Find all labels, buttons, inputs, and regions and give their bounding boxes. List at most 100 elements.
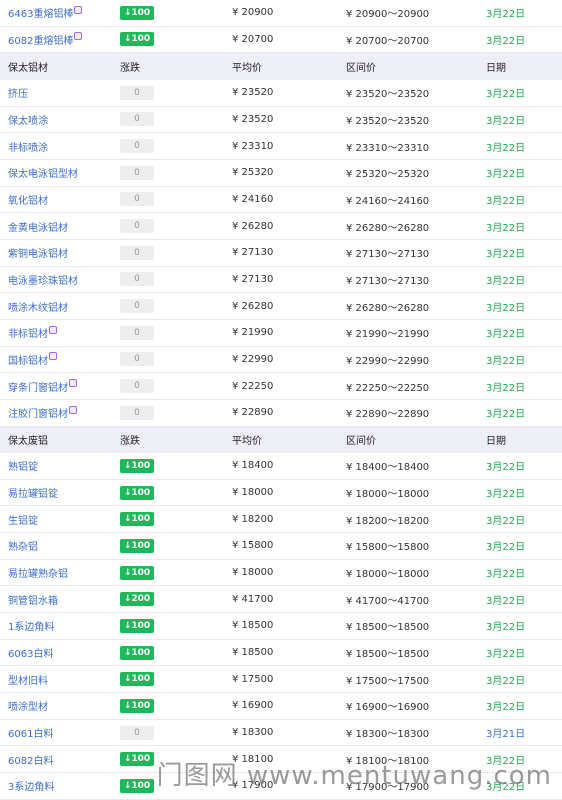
price-table: 6463重熔铝棒 ↓100 ¥ 20900 ¥ 20900～20900 3月22日 608…: [0, 0, 562, 800]
price-range: ¥ 24160～24160: [346, 195, 430, 207]
price-range: ¥ 16900～16900: [346, 702, 430, 714]
average-price: ¥ 18300: [232, 727, 274, 739]
product-name-link[interactable]: 1系边角料: [8, 618, 54, 633]
table-row: 穿条门窗铝材 0 ¥ 22250 ¥ 22250～22250 3月22日: [0, 373, 562, 400]
change-badge: ↓100: [120, 752, 154, 767]
product-name-link[interactable]: 易拉罐铝锭: [8, 485, 58, 500]
price-date: 3月22日: [486, 569, 526, 581]
product-name-link[interactable]: 电泳墨珍珠铝材: [8, 272, 78, 287]
change-badge: 0: [120, 112, 154, 127]
table-row: 型材旧料 ↓100 ¥ 17500 ¥ 17500～17500 3月22日: [0, 666, 562, 694]
average-price: ¥ 17500: [232, 673, 274, 685]
tag-icon: [49, 325, 57, 334]
col-header-date: 日期: [486, 436, 506, 448]
product-name-link[interactable]: 喷涂型材: [8, 698, 48, 713]
product-name-link[interactable]: 3系边角料: [8, 778, 54, 793]
price-range: ¥ 22250～22250: [346, 382, 430, 394]
average-price: ¥ 18000: [232, 567, 274, 579]
table-row: 金黄电泳铝材 0 ¥ 26280 ¥ 26280～26280 3月22日: [0, 213, 562, 240]
product-name-link[interactable]: 6082重熔铝棒: [8, 32, 73, 47]
product-name-link[interactable]: 铜管铝水箱: [8, 592, 58, 607]
average-price: ¥ 22990: [232, 353, 274, 365]
product-name-link[interactable]: 6082白料: [8, 752, 53, 767]
product-name-link[interactable]: 挤压: [8, 85, 28, 100]
price-date: 3月22日: [486, 409, 526, 421]
tag-icon: [69, 405, 77, 414]
average-price: ¥ 23310: [232, 140, 274, 152]
table-row: 铜管铝水箱 ↓200 ¥ 41700 ¥ 41700～41700 3月22日: [0, 586, 562, 614]
average-price: ¥ 18200: [232, 513, 274, 525]
section-header: 保太废铝 涨跌 平均价 区间价 日期: [0, 426, 562, 454]
table-row: 6061白料 0 ¥ 18300 ¥ 18300～18300 3月21日: [0, 719, 562, 747]
product-name-link[interactable]: 6063白料: [8, 645, 53, 660]
product-name-link[interactable]: 生铝锭: [8, 512, 38, 527]
price-date: 3月22日: [486, 595, 526, 607]
price-range: ¥ 23520～23520: [346, 89, 430, 101]
tag-icon: [74, 32, 83, 41]
price-date: 3月22日: [486, 675, 526, 687]
product-name-link[interactable]: 保太电泳铝型材: [8, 165, 78, 180]
price-range: ¥ 25320～25320: [346, 169, 430, 181]
average-price: ¥ 20900: [232, 7, 274, 19]
price-range: ¥ 18000～18000: [346, 569, 430, 581]
price-date: 3月22日: [486, 489, 526, 501]
average-price: ¥ 18000: [232, 487, 274, 499]
change-badge: 0: [120, 299, 154, 314]
table-row: 电泳墨珍珠铝材 0 ¥ 27130 ¥ 27130～27130 3月22日: [0, 266, 562, 294]
price-range: ¥ 18300～18300: [346, 729, 430, 741]
price-range: ¥ 23520～23520: [346, 115, 430, 127]
change-badge: ↓100: [120, 32, 154, 47]
product-name-link[interactable]: 易拉罐熟杂铝: [8, 565, 68, 580]
price-range: ¥ 21990～21990: [346, 329, 430, 341]
price-date: 3月22日: [486, 89, 526, 101]
product-name-link[interactable]: 喷涂木纹铝材: [8, 299, 68, 314]
change-badge: 0: [120, 272, 154, 287]
price-range: ¥ 18500～18500: [346, 649, 430, 661]
table-row: 生铝锭 ↓100 ¥ 18200 ¥ 18200～18200 3月22日: [0, 506, 562, 534]
price-range: ¥ 23310～23310: [346, 142, 430, 154]
average-price: ¥ 23520: [232, 87, 274, 99]
average-price: ¥ 25320: [232, 167, 274, 179]
product-name-link[interactable]: 6463重熔铝棒: [8, 5, 73, 20]
product-name-link[interactable]: 熟铝锭: [8, 458, 38, 473]
change-badge: 0: [120, 405, 154, 420]
average-price: ¥ 20700: [232, 33, 274, 45]
change-badge: ↓100: [120, 538, 154, 553]
price-date: 3月22日: [486, 195, 526, 207]
table-row: 易拉罐铝锭 ↓100 ¥ 18000 ¥ 18000～18000 3月22日: [0, 479, 562, 507]
average-price: ¥ 23520: [232, 113, 274, 125]
table-row: 氧化铝材 0 ¥ 24160 ¥ 24160～24160 3月22日: [0, 186, 562, 214]
price-range: ¥ 22990～22990: [346, 355, 430, 367]
product-name-link[interactable]: 非标铝材: [8, 325, 48, 340]
product-name-link[interactable]: 保太喷涂: [8, 112, 48, 127]
product-name-link[interactable]: 国标铝材: [8, 352, 48, 367]
price-range: ¥ 20700～20700: [346, 35, 430, 47]
price-date: 3月22日: [486, 622, 526, 634]
price-date: 3月22日: [486, 462, 526, 474]
product-name-link[interactable]: 穿条门窗铝材: [8, 379, 68, 394]
table-row: 1系边角料 ↓100 ¥ 18500 ¥ 18500～18500 3月22日: [0, 613, 562, 640]
product-name-link[interactable]: 注胶门窗铝材: [8, 405, 68, 420]
price-range: ¥ 18500～18500: [346, 622, 430, 634]
price-date: 3月22日: [486, 249, 526, 261]
average-price: ¥ 26280: [232, 220, 274, 232]
price-range: ¥ 17500～17500: [346, 675, 430, 687]
average-price: ¥ 26280: [232, 300, 274, 312]
product-name-link[interactable]: 金黄电泳铝材: [8, 219, 68, 234]
table-row: 6063白料 ↓100 ¥ 18500 ¥ 18500～18500 3月22日: [0, 639, 562, 667]
change-badge: 0: [120, 379, 154, 394]
product-name-link[interactable]: 型材旧料: [8, 672, 48, 687]
col-header-date: 日期: [486, 63, 506, 75]
price-range: ¥ 26280～26280: [346, 222, 430, 234]
section-title: 保太废铝: [8, 436, 48, 448]
price-date: 3月22日: [486, 515, 526, 527]
product-name-link[interactable]: 熟杂铝: [8, 538, 38, 553]
product-name-link[interactable]: 紫铜电泳铝材: [8, 245, 68, 260]
price-range: ¥ 41700～41700: [346, 595, 430, 607]
price-date: 3月22日: [486, 649, 526, 661]
product-name-link[interactable]: 氧化铝材: [8, 192, 48, 207]
price-range: ¥ 20900～20900: [346, 9, 430, 21]
product-name-link[interactable]: 非标喷涂: [8, 139, 48, 154]
tag-icon: [69, 379, 77, 388]
product-name-link[interactable]: 6061白料: [8, 725, 53, 740]
